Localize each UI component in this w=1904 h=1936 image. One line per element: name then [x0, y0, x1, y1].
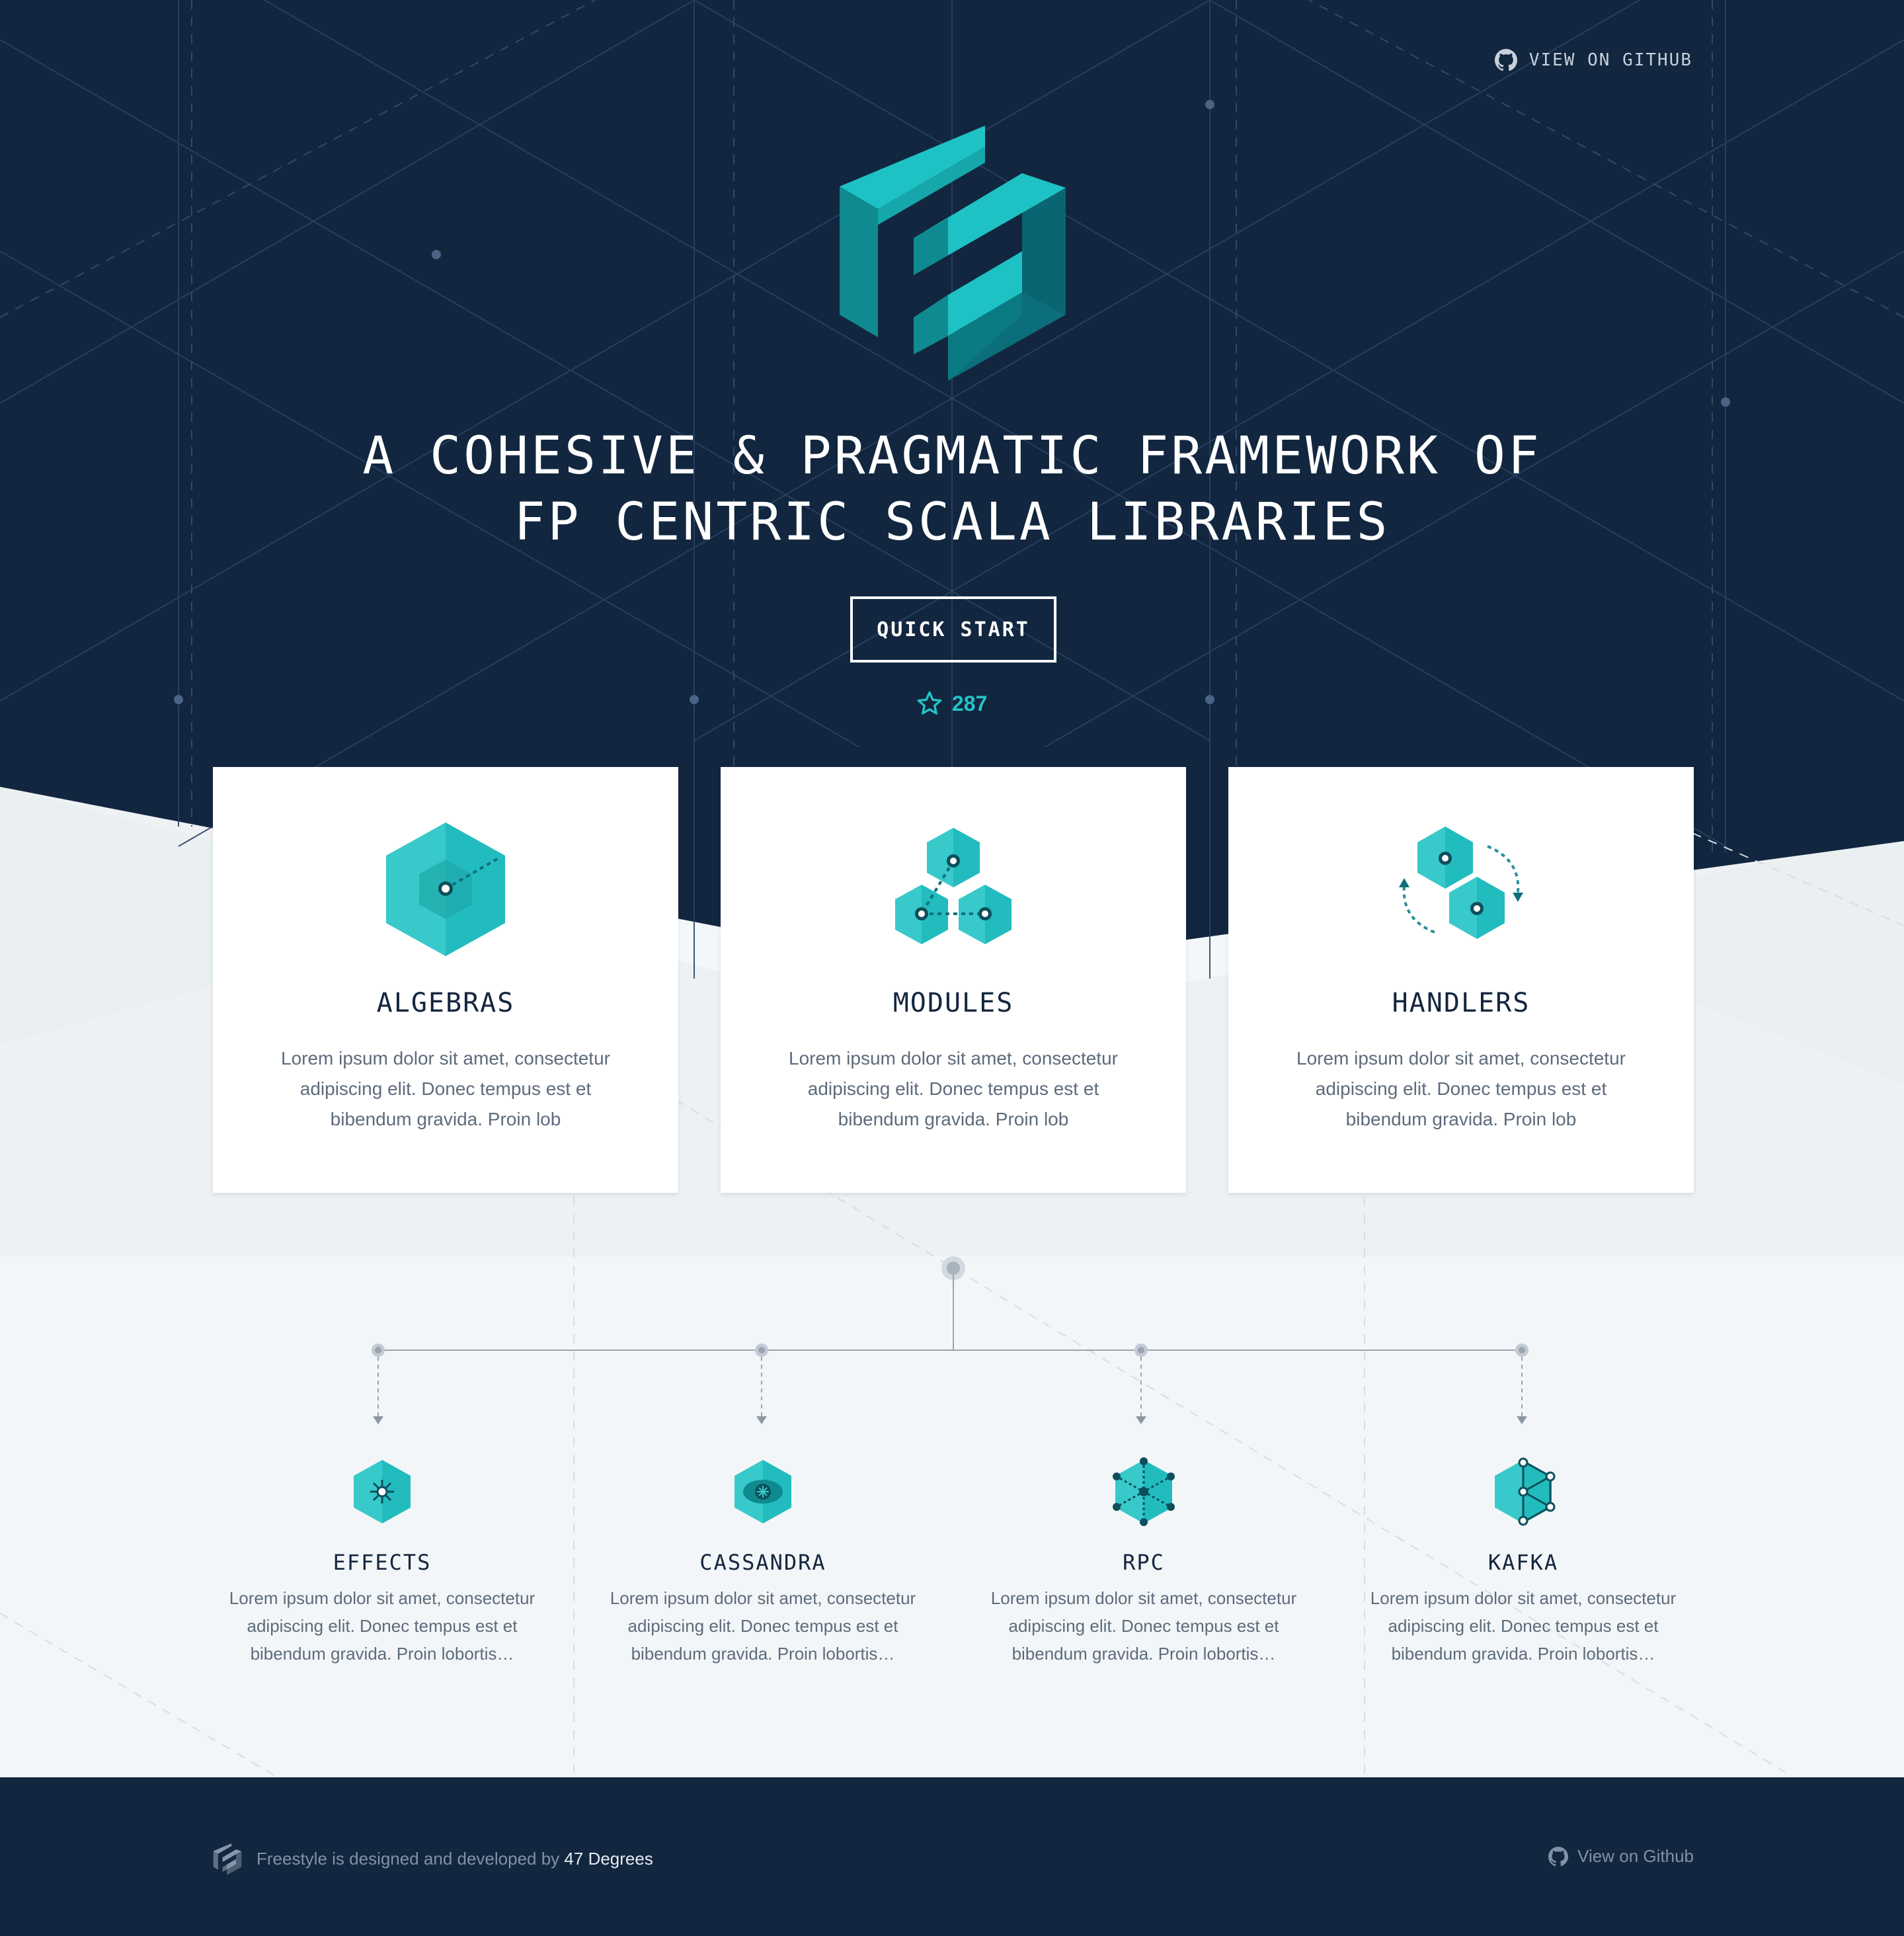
- github-icon: [1494, 49, 1517, 71]
- cassandra-eye-icon: [734, 1460, 791, 1523]
- feature-text: Lorem ipsum dolor sit amet, consectetur …: [789, 1048, 1118, 1129]
- headline-line-2: FP CENTRIC SCALA LIBRARIES: [514, 493, 1390, 552]
- footer: Freestyle is designed and developed by 4…: [0, 1777, 1904, 1936]
- feature-text: Lorem ipsum dolor sit amet, consectetur …: [1296, 1048, 1626, 1129]
- credit-text: Freestyle is designed and developed by: [257, 1849, 565, 1869]
- headline-line-1: A COHESIVE & PRAGMATIC FRAMEWORK OF: [362, 426, 1542, 486]
- integration-title: KAFKA: [1488, 1550, 1559, 1575]
- integration-effects: EFFECTS Lorem ipsum dolor sit amet, cons…: [217, 1455, 547, 1668]
- integration-tree-connector: [372, 1256, 1528, 1424]
- company-link[interactable]: 47 Degrees: [564, 1849, 653, 1869]
- footer-github-label: View on Github: [1577, 1846, 1694, 1866]
- footer-credit: Freestyle is designed and developed by 4…: [257, 1849, 653, 1869]
- hero-headline: A COHESIVE & PRAGMATIC FRAMEWORK OF FP C…: [0, 423, 1904, 555]
- integration-title: CASSANDRA: [699, 1550, 826, 1575]
- feature-card-handlers: HANDLERS Lorem ipsum dolor sit amet, con…: [1228, 767, 1694, 1193]
- feature-card-modules: MODULES Lorem ipsum dolor sit amet, cons…: [721, 767, 1186, 1193]
- github-link-label: VIEW ON GITHUB: [1528, 50, 1692, 70]
- algebras-hexagon-icon: [386, 823, 505, 956]
- github-link-top[interactable]: VIEW ON GITHUB: [1494, 49, 1692, 71]
- feature-title: ALGEBRAS: [376, 988, 515, 1018]
- quick-start-button[interactable]: QUICK START: [850, 596, 1056, 663]
- handlers-cycle-icon: [1399, 827, 1523, 939]
- feature-title: HANDLERS: [1392, 988, 1530, 1018]
- freestyle-footer-logo: [213, 1843, 242, 1875]
- feature-card-algebras: ALGEBRAS Lorem ipsum dolor sit amet, con…: [213, 767, 678, 1193]
- kafka-graph-icon: [1495, 1457, 1556, 1526]
- integration-kafka: KAFKA Lorem ipsum dolor sit amet, consec…: [1358, 1455, 1688, 1668]
- star-icon: [917, 691, 942, 715]
- integration-text: Lorem ipsum dolor sit amet, consectetur …: [990, 1588, 1297, 1664]
- integration-text: Lorem ipsum dolor sit amet, consectetur …: [610, 1588, 916, 1664]
- rpc-network-icon: [1113, 1457, 1175, 1526]
- integration-text: Lorem ipsum dolor sit amet, consectetur …: [229, 1588, 536, 1664]
- feature-title: MODULES: [892, 988, 1014, 1018]
- feature-text: Lorem ipsum dolor sit amet, consectetur …: [281, 1048, 610, 1129]
- star-count: 287: [952, 691, 988, 715]
- integration-text: Lorem ipsum dolor sit amet, consectetur …: [1370, 1588, 1677, 1664]
- github-link-footer[interactable]: View on Github: [1548, 1846, 1694, 1867]
- integration-title: EFFECTS: [333, 1550, 432, 1575]
- integration-cassandra: CASSANDRA Lorem ipsum dolor sit amet, co…: [598, 1455, 928, 1668]
- github-icon: [1548, 1846, 1569, 1866]
- freestyle-logo: [840, 126, 1066, 381]
- integration-title: RPC: [1123, 1550, 1165, 1575]
- modules-hexagons-icon: [895, 828, 1012, 944]
- integration-rpc: RPC Lorem ipsum dolor sit amet, consecte…: [978, 1455, 1309, 1668]
- effects-icon: [354, 1460, 411, 1523]
- github-stars[interactable]: 287: [916, 690, 987, 717]
